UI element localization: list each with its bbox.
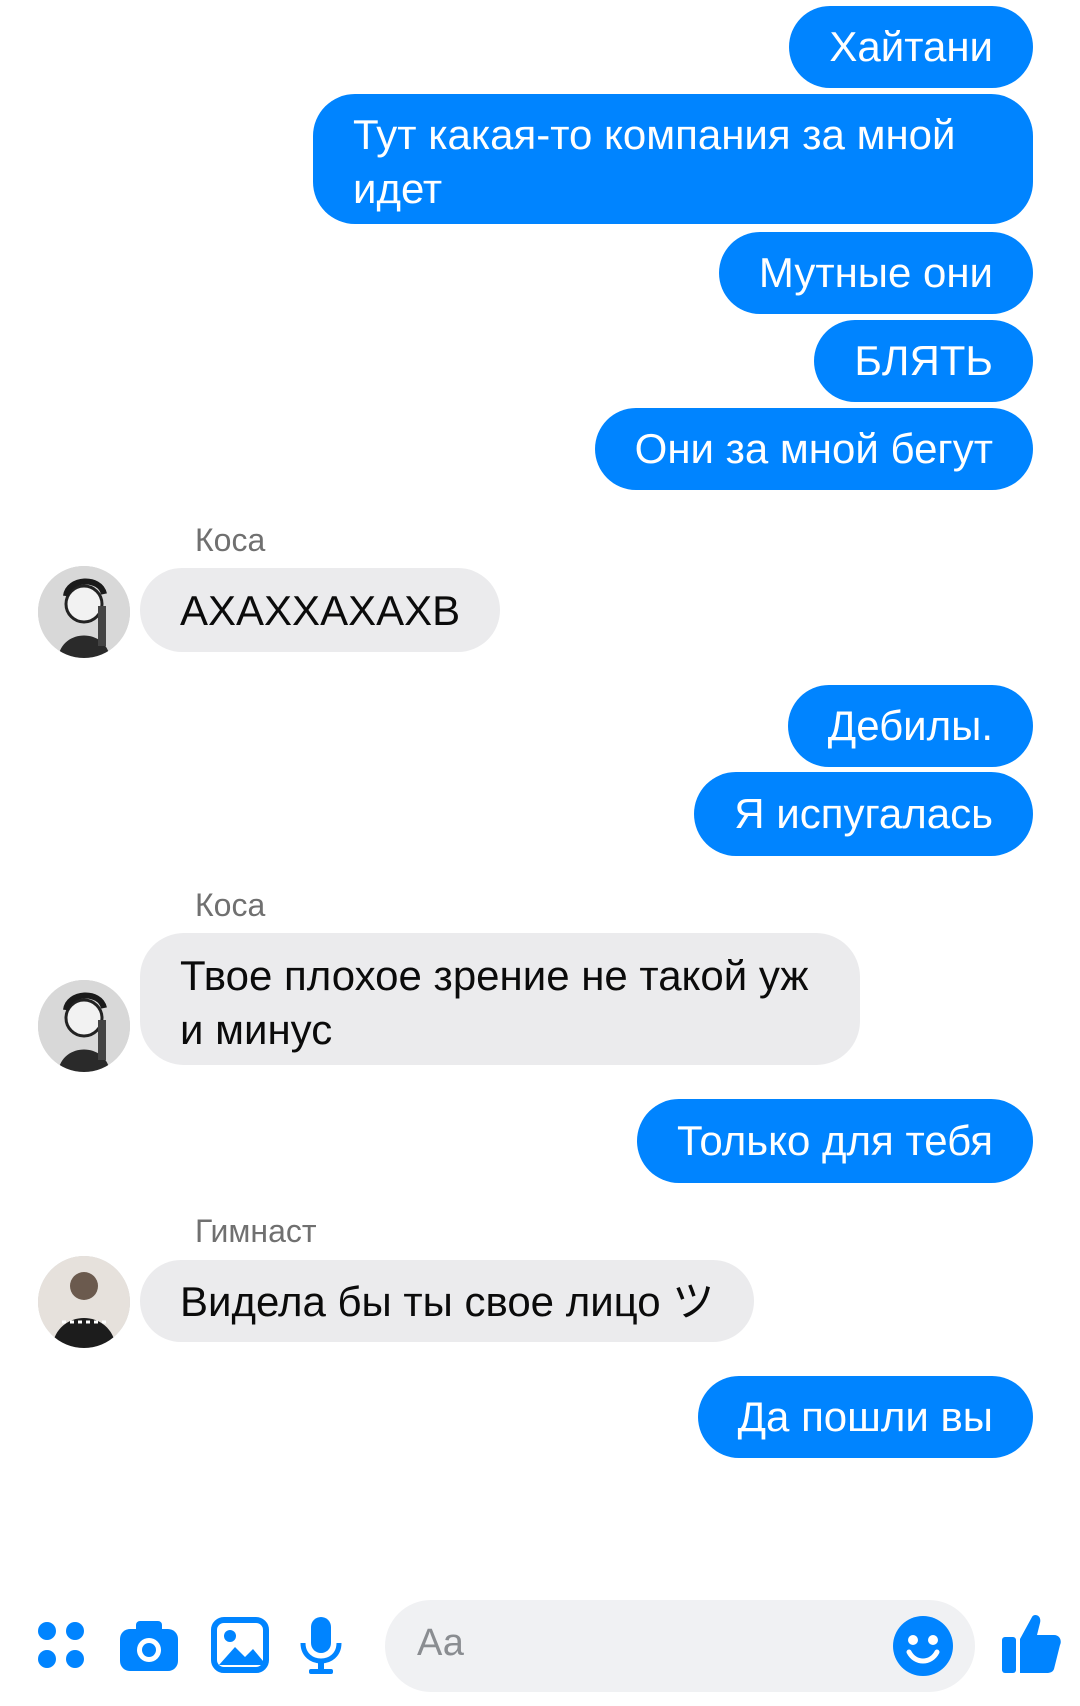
- microphone-button[interactable]: [286, 1610, 356, 1680]
- gallery-icon: [211, 1617, 269, 1673]
- message-bubble-outgoing[interactable]: Мутные они: [718, 232, 1033, 314]
- sender-name: Гимнаст: [195, 1213, 317, 1249]
- message-bubble-incoming[interactable]: Видела бы ты свое лицо ツ: [140, 1260, 755, 1342]
- like-button[interactable]: [996, 1608, 1066, 1678]
- like-icon: [1002, 1615, 1061, 1673]
- camera-button[interactable]: [114, 1610, 184, 1680]
- message-bubble-outgoing[interactable]: Они за мной бегут: [594, 408, 1033, 490]
- sender-name: Коса: [195, 522, 266, 558]
- microphone-icon: [300, 1617, 342, 1674]
- message-input-placeholder: Аа: [417, 1622, 464, 1664]
- avatar-image: [38, 566, 130, 658]
- camera-icon: [120, 1621, 178, 1671]
- emoji-icon: [893, 1616, 953, 1676]
- avatar-image: [38, 1256, 130, 1348]
- message-list[interactable]: Хайтани Тут какая-то компания за мной ид…: [0, 0, 1080, 1590]
- message-bubble-outgoing[interactable]: Хайтани: [789, 6, 1033, 88]
- message-input[interactable]: Аа: [385, 1600, 975, 1692]
- message-bubble-outgoing[interactable]: Я испугалась: [694, 772, 1033, 856]
- message-bubble-outgoing[interactable]: Тут какая-то компания за мной идет: [313, 94, 1033, 224]
- message-bubble-outgoing[interactable]: БЛЯТЬ: [814, 320, 1033, 402]
- avatar[interactable]: [38, 980, 130, 1072]
- message-bubble-incoming[interactable]: Твое плохое зрение не такой уж и минус: [140, 933, 860, 1065]
- message-bubble-incoming[interactable]: АХАХХАХАХВ: [140, 568, 501, 652]
- message-bubble-outgoing[interactable]: Да пошли вы: [697, 1376, 1033, 1458]
- apps-icon: [38, 1622, 84, 1668]
- message-bubble-outgoing[interactable]: Только для тебя: [636, 1099, 1033, 1183]
- message-bubble-outgoing[interactable]: Дебилы.: [787, 685, 1033, 767]
- avatar[interactable]: [38, 1256, 130, 1348]
- gallery-button[interactable]: [205, 1610, 275, 1680]
- emoji-button[interactable]: [891, 1614, 955, 1678]
- apps-button[interactable]: [26, 1610, 96, 1680]
- sender-name: Коса: [195, 887, 266, 923]
- message-composer: Аа: [0, 1590, 1080, 1706]
- avatar-image: [38, 980, 130, 1072]
- avatar[interactable]: [38, 566, 130, 658]
